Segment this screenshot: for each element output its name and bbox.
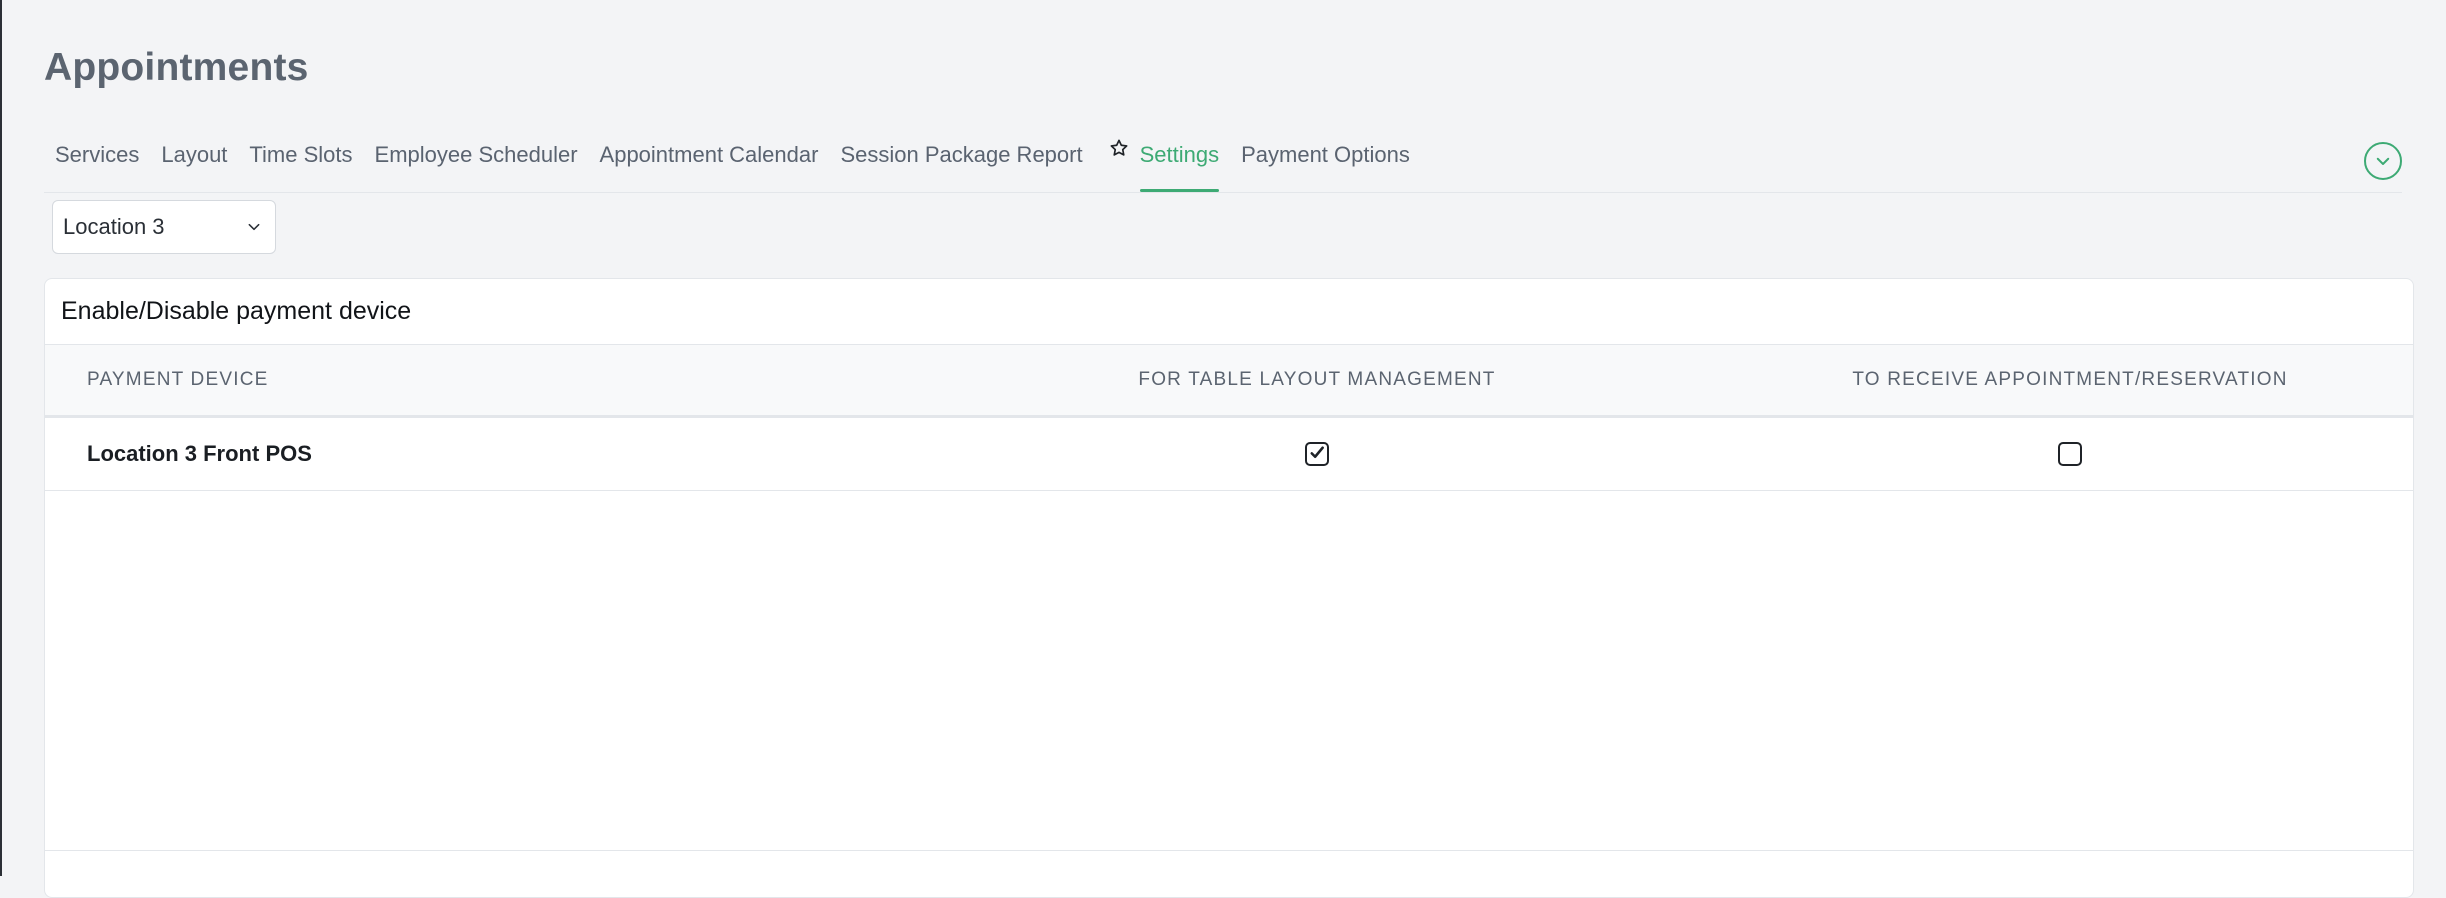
table-layout-checkbox[interactable] — [1305, 442, 1329, 466]
device-name-cell: Location 3 Front POS — [45, 416, 907, 491]
tab-appointment-calendar[interactable]: Appointment Calendar — [589, 130, 830, 180]
tab-time-slots[interactable]: Time Slots — [238, 130, 363, 180]
card-title: Enable/Disable payment device — [45, 279, 2413, 345]
location-select-value: Location 3 — [63, 214, 165, 239]
chevron-down-circle-icon — [2376, 157, 2390, 165]
tab-payment-options[interactable]: Payment Options — [1230, 130, 1421, 180]
left-edge-border — [0, 0, 2, 876]
column-header-payment-device: PAYMENT DEVICE — [45, 345, 907, 418]
tab-bar: Services Layout Time Slots Employee Sche… — [44, 130, 2402, 193]
page-title: Appointments — [44, 46, 309, 89]
collapse-button[interactable] — [2364, 142, 2402, 180]
tab-layout[interactable]: Layout — [150, 130, 238, 180]
table-row: Location 3 Front POS — [45, 416, 2413, 491]
table-header-row: PAYMENT DEVICE FOR TABLE LAYOUT MANAGEME… — [45, 345, 2413, 418]
checkmark-icon — [1310, 446, 1324, 459]
location-select[interactable]: Location 3 — [52, 200, 276, 254]
star-icon[interactable] — [1094, 130, 1129, 180]
card-divider — [45, 850, 2413, 851]
chevron-down-icon — [248, 223, 260, 231]
column-header-appointment: TO RECEIVE APPOINTMENT/RESERVATION — [1727, 345, 2413, 418]
table-layout-cell — [907, 416, 1727, 491]
appointment-checkbox[interactable] — [2058, 442, 2082, 466]
payment-device-card: Enable/Disable payment device PAYMENT DE… — [44, 278, 2414, 898]
tab-services[interactable]: Services — [44, 130, 150, 180]
tab-employee-scheduler[interactable]: Employee Scheduler — [364, 130, 589, 180]
appointment-cell — [1727, 416, 2413, 491]
column-header-table-layout: FOR TABLE LAYOUT MANAGEMENT — [907, 345, 1727, 418]
tab-list: Services Layout Time Slots Employee Sche… — [44, 130, 2402, 192]
payment-device-table: PAYMENT DEVICE FOR TABLE LAYOUT MANAGEME… — [45, 345, 2413, 491]
tab-settings[interactable]: Settings — [1129, 130, 1231, 192]
tab-session-package-report[interactable]: Session Package Report — [829, 130, 1093, 180]
